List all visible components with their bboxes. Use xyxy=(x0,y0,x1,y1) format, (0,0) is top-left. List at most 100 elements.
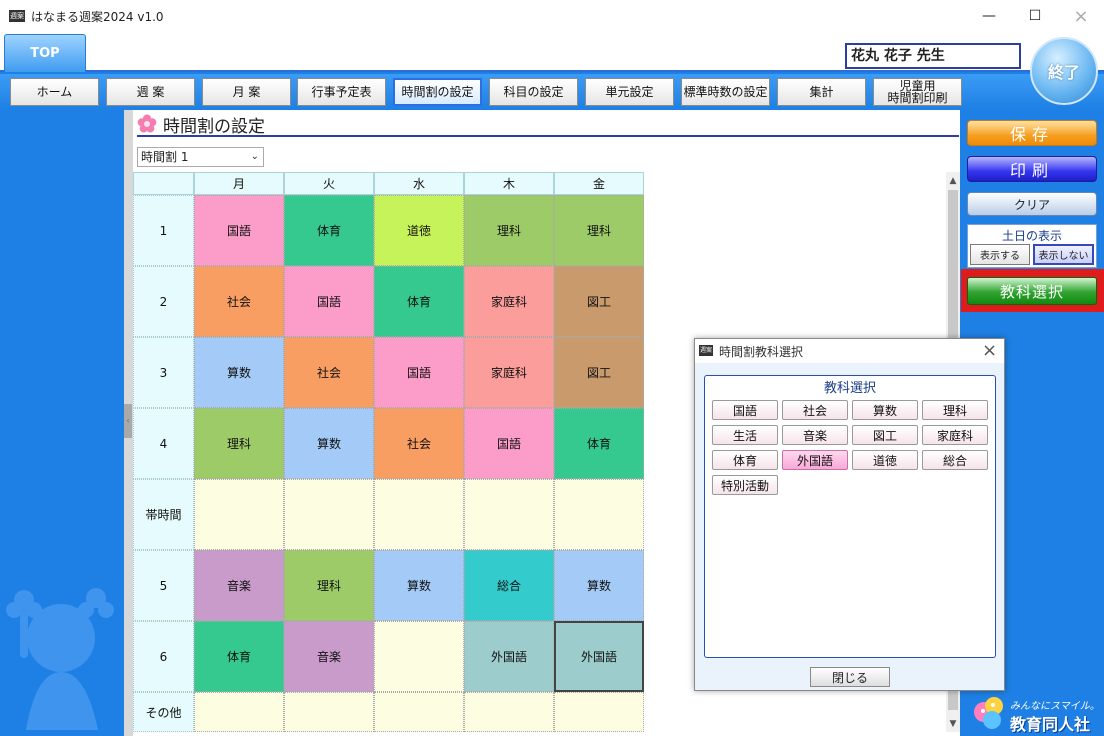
minimize-icon[interactable]: — xyxy=(966,0,1012,32)
timetable-cell[interactable] xyxy=(464,692,554,732)
subject-button[interactable]: 体育 xyxy=(712,450,778,470)
nav-button[interactable]: 児童用 時間割印刷 xyxy=(873,78,962,106)
timetable-cell[interactable] xyxy=(194,692,284,732)
clear-button[interactable]: クリア xyxy=(967,192,1097,216)
timetable-cell[interactable] xyxy=(464,479,554,550)
timetable-cell[interactable]: 国語 xyxy=(374,337,464,408)
timetable-cell[interactable]: 理科 xyxy=(554,195,644,266)
teacher-name: 花丸 花子 先生 xyxy=(845,43,1021,69)
day-header: 月 xyxy=(194,172,284,195)
timetable-cell[interactable]: 図工 xyxy=(554,266,644,337)
timetable-cell[interactable]: 算数 xyxy=(554,550,644,621)
timetable-cell[interactable]: 体育 xyxy=(284,195,374,266)
timetable-cell[interactable]: 国語 xyxy=(284,266,374,337)
nav-button[interactable]: 標準時数の設定 xyxy=(681,78,770,106)
nav-button[interactable]: 月 案 xyxy=(202,78,291,106)
splitter-grip-icon[interactable]: ‹ xyxy=(124,404,132,438)
subject-button[interactable]: 図工 xyxy=(852,425,918,445)
nav-button[interactable]: 集計 xyxy=(777,78,866,106)
day-header: 金 xyxy=(554,172,644,195)
nav-button[interactable]: 行事予定表 xyxy=(297,78,386,106)
nav-button[interactable]: 単元設定 xyxy=(585,78,674,106)
timetable-cell[interactable]: 算数 xyxy=(374,550,464,621)
window-title: はなまる週案2024 v1.0 xyxy=(31,9,164,24)
timetable-cell[interactable] xyxy=(374,692,464,732)
subject-select-button[interactable]: 教科選択 xyxy=(967,277,1097,305)
nav-button[interactable]: 科目の設定 xyxy=(489,78,578,106)
timetable-cell[interactable]: 体育 xyxy=(374,266,464,337)
timetable-cell[interactable]: 理科 xyxy=(464,195,554,266)
print-button[interactable]: 印刷 xyxy=(967,156,1097,182)
logo-name: 教育同人社 xyxy=(1010,715,1091,734)
timetable-select[interactable]: 時間割 1 ⌄ xyxy=(137,147,264,167)
maximize-icon[interactable]: ☐ xyxy=(1012,0,1058,32)
scroll-down-icon[interactable]: ▼ xyxy=(946,716,960,732)
subject-button[interactable]: 家庭科 xyxy=(922,425,988,445)
subject-button[interactable]: 外国語 xyxy=(782,450,848,470)
window-titlebar: 週案 はなまる週案2024 v1.0 xyxy=(0,0,1104,32)
timetable-cell[interactable]: 体育 xyxy=(554,408,644,479)
nav-button[interactable]: ホーム xyxy=(10,78,99,106)
nav-button[interactable]: 週 案 xyxy=(106,78,195,106)
exit-button[interactable]: 終了 xyxy=(1030,37,1098,105)
timetable-cell[interactable]: 家庭科 xyxy=(464,337,554,408)
timetable-cell[interactable]: 家庭科 xyxy=(464,266,554,337)
timetable-cell[interactable]: 算数 xyxy=(194,337,284,408)
timetable-cell[interactable] xyxy=(554,692,644,732)
timetable-cell[interactable]: 音楽 xyxy=(194,550,284,621)
logo-tagline: みんなにスマイル。 xyxy=(1010,701,1100,712)
page-title: 時間割の設定 xyxy=(137,113,959,137)
period-label: 4 xyxy=(133,408,194,479)
timetable-cell[interactable] xyxy=(554,479,644,550)
timetable-cell[interactable]: 体育 xyxy=(194,621,284,692)
timetable-cell[interactable]: 社会 xyxy=(194,266,284,337)
top-tab[interactable]: TOP xyxy=(4,34,86,72)
timetable-cell[interactable]: 外国語 xyxy=(464,621,554,692)
period-label: 帯時間 xyxy=(133,479,194,550)
flower-icon xyxy=(137,114,157,133)
timetable-cell[interactable] xyxy=(284,479,374,550)
page-title-text: 時間割の設定 xyxy=(163,116,265,137)
weekend-show-button[interactable]: 表示する xyxy=(970,244,1030,265)
app-icon: 週案 xyxy=(9,10,25,22)
dialog-close-icon[interactable]: × xyxy=(982,340,997,361)
weekend-display-title: 土日の表示 xyxy=(1001,229,1062,243)
subject-button[interactable]: 算数 xyxy=(852,400,918,420)
subject-button[interactable]: 道徳 xyxy=(852,450,918,470)
subject-button[interactable]: 音楽 xyxy=(782,425,848,445)
weekend-hide-button[interactable]: 表示しない xyxy=(1033,244,1094,265)
close-icon[interactable]: × xyxy=(1058,0,1104,32)
day-header: 水 xyxy=(374,172,464,195)
save-button[interactable]: 保存 xyxy=(967,120,1097,146)
subject-button[interactable]: 社会 xyxy=(782,400,848,420)
scroll-up-icon[interactable]: ▲ xyxy=(946,173,960,189)
timetable-cell[interactable] xyxy=(284,692,374,732)
timetable-cell[interactable]: 理科 xyxy=(284,550,374,621)
timetable-cell[interactable] xyxy=(374,621,464,692)
subject-button[interactable]: 特別活動 xyxy=(712,475,778,495)
mascot-girl-image xyxy=(6,588,114,730)
timetable-cell[interactable]: 音楽 xyxy=(284,621,374,692)
subject-button[interactable]: 総合 xyxy=(922,450,988,470)
timetable-cell[interactable]: 社会 xyxy=(284,337,374,408)
timetable-cell[interactable] xyxy=(194,479,284,550)
timetable-cell[interactable]: 国語 xyxy=(194,195,284,266)
subject-button[interactable]: 理科 xyxy=(922,400,988,420)
day-header: 木 xyxy=(464,172,554,195)
timetable-cell[interactable]: 総合 xyxy=(464,550,554,621)
subject-group-title: 教科選択 xyxy=(823,381,876,396)
dialog-title: 時間割教科選択 xyxy=(719,345,804,359)
nav-button[interactable]: 時間割の設定 xyxy=(393,78,482,106)
period-label: その他 xyxy=(133,692,194,732)
subject-button[interactable]: 国語 xyxy=(712,400,778,420)
timetable-cell[interactable]: 国語 xyxy=(464,408,554,479)
subject-button[interactable]: 生活 xyxy=(712,425,778,445)
timetable-cell[interactable] xyxy=(374,479,464,550)
timetable-cell[interactable]: 図工 xyxy=(554,337,644,408)
timetable-cell[interactable]: 理科 xyxy=(194,408,284,479)
dialog-close-button[interactable]: 閉じる xyxy=(810,667,890,687)
timetable-cell[interactable]: 社会 xyxy=(374,408,464,479)
timetable-cell[interactable]: 算数 xyxy=(284,408,374,479)
timetable-cell[interactable]: 外国語 xyxy=(554,621,644,692)
timetable-cell[interactable]: 道徳 xyxy=(374,195,464,266)
